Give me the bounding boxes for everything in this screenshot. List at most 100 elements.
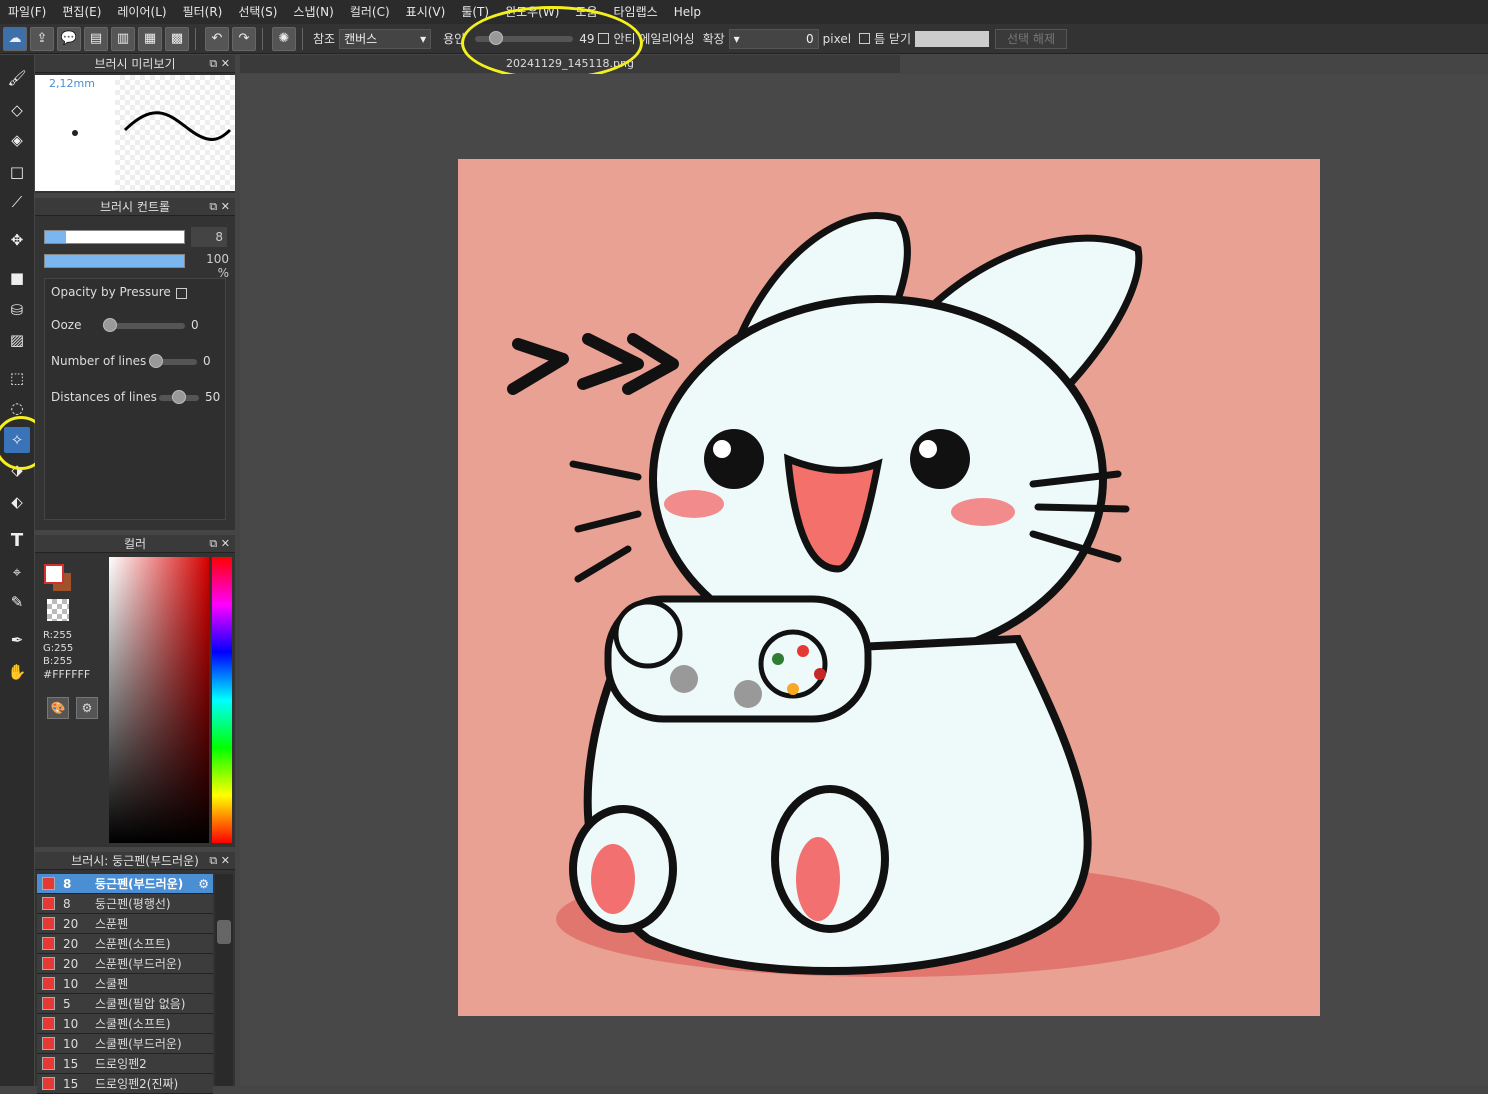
separator xyxy=(302,27,303,50)
hand-icon[interactable]: ✋ xyxy=(4,659,30,685)
undo-icon[interactable]: ↶ xyxy=(205,26,229,51)
grid-check-icon[interactable]: ▩ xyxy=(165,26,189,51)
popout-close-icon[interactable]: ⧉ ✕ xyxy=(209,852,230,870)
ooze-slider[interactable] xyxy=(103,318,185,332)
brush-list-item[interactable]: 20 스푼펜 xyxy=(37,914,213,934)
popout-close-icon[interactable]: ⧉ ✕ xyxy=(209,198,230,216)
move-icon[interactable]: ✥ xyxy=(4,227,30,253)
brush-size-label: 2,12mm xyxy=(49,77,95,90)
distances-of-lines-slider[interactable] xyxy=(159,390,199,404)
reference-value: 캔버스 xyxy=(344,32,378,46)
reference-select[interactable]: 캔버스 ▾ xyxy=(339,28,432,49)
menu-layer[interactable]: 레이어(L) xyxy=(109,0,174,24)
share-icon[interactable]: ⇪ xyxy=(30,26,54,51)
eraser-icon[interactable]: ◇ xyxy=(4,97,30,123)
brush-size: 20 xyxy=(63,936,79,951)
menu-edit[interactable]: 편집(E) xyxy=(54,0,109,24)
expand-label: 확장 xyxy=(702,32,725,46)
gear-icon[interactable]: ⚙ xyxy=(198,877,209,891)
menu-view[interactable]: 표시(V) xyxy=(398,0,454,24)
brush-list-item[interactable]: 8 둥근펜(부드러운) ⚙ xyxy=(37,874,213,894)
distances-of-lines-knob[interactable] xyxy=(172,390,186,404)
select-rect-icon[interactable]: ⬚ xyxy=(4,365,30,391)
transparent-color-swatch[interactable] xyxy=(47,599,69,621)
brush-list-item[interactable]: 10 스쿨펜(소프트) xyxy=(37,1014,213,1034)
brush-icon[interactable]: 🖌 xyxy=(4,65,30,91)
loading-icon[interactable]: ✺ xyxy=(272,26,296,51)
brush-list-scrollbar[interactable] xyxy=(215,874,233,1086)
brush-name: 드로잉펜2 xyxy=(95,1057,147,1071)
shape-icon[interactable]: □ xyxy=(4,159,30,185)
menu-file[interactable]: 파일(F) xyxy=(0,0,54,24)
speech-bubble-icon[interactable]: 💬 xyxy=(57,26,81,51)
ooze-label: Ooze xyxy=(51,318,82,332)
brush-size: 20 xyxy=(63,956,79,971)
line-icon[interactable]: ⟋ xyxy=(4,189,30,215)
brush-size-fill xyxy=(45,231,66,243)
brush-list-item[interactable]: 8 둥근펜(평행선) xyxy=(37,894,213,914)
text-icon[interactable]: T xyxy=(4,527,30,553)
brush-size-slider[interactable] xyxy=(44,230,185,244)
brush-list-item[interactable]: 20 스푼펜(부드러운) xyxy=(37,954,213,974)
reference-label: 참조 xyxy=(313,32,336,46)
close-gap-slider[interactable] xyxy=(915,30,990,47)
palette-icon[interactable]: 🎨 xyxy=(47,697,69,719)
gradient-icon[interactable]: ▨ xyxy=(4,327,30,353)
distances-of-lines-value: 50 xyxy=(205,390,221,404)
scrollbar-thumb[interactable] xyxy=(217,920,231,944)
redo-icon[interactable]: ↷ xyxy=(232,26,256,51)
close-gap-checkbox[interactable] xyxy=(859,33,871,44)
canvas[interactable] xyxy=(458,159,1320,1016)
brush-list-panel: 브러시: 둥근펜(부드러운) ⧉ ✕ 8 둥근펜(부드러운) ⚙ 8 둥근펜(평행선) 20… xyxy=(35,852,235,1094)
bucket-icon[interactable]: ⛁ xyxy=(4,297,30,323)
expand-stepper[interactable]: ▾ 0 xyxy=(728,28,819,49)
brush-name: 둥근펜(평행선) xyxy=(95,897,171,911)
menu-snap[interactable]: 스냅(N) xyxy=(285,0,341,24)
brush-name: 드로잉펜2(진짜) xyxy=(95,1077,179,1091)
menu-select[interactable]: 선택(S) xyxy=(230,0,285,24)
palette-settings-icon[interactable]: ⚙ xyxy=(76,697,98,719)
layout-icon[interactable]: ▦ xyxy=(138,26,162,51)
rect-fill-icon[interactable]: ■ xyxy=(4,265,30,291)
brush-list-item[interactable]: 10 스쿨펜 xyxy=(37,974,213,994)
green-value: G:255 xyxy=(43,643,74,654)
comment-icon[interactable]: ▤ xyxy=(84,26,108,51)
brush-size-value[interactable]: 8 xyxy=(191,227,227,247)
brush-color-swatch xyxy=(42,1037,55,1050)
red-value: R:255 xyxy=(43,630,73,641)
brush-preview-panel: 브러시 미리보기 ⧉ ✕ 2,12mm xyxy=(35,55,235,193)
popout-close-icon[interactable]: ⧉ ✕ xyxy=(209,55,230,73)
saturation-value-picker[interactable] xyxy=(109,557,209,843)
menu-filter[interactable]: 필터(R) xyxy=(175,0,231,24)
transform-icon[interactable]: ⌖ xyxy=(4,559,30,585)
brush-list-item[interactable]: 10 스쿨펜(부드러운) xyxy=(37,1034,213,1054)
opacity-by-pressure-label: Opacity by Pressure xyxy=(51,285,171,299)
canvas-area[interactable] xyxy=(240,74,1488,1086)
brush-list-item[interactable]: 15 드로잉펜2(진짜) xyxy=(37,1074,213,1094)
brush-name: 스푼펜(부드러운) xyxy=(95,957,182,971)
hue-slider[interactable] xyxy=(212,557,232,843)
opacity-by-pressure-checkbox[interactable] xyxy=(176,288,187,299)
foreground-color-swatch[interactable] xyxy=(44,564,64,584)
brush-list-item[interactable]: 20 스푼펜(소프트) xyxy=(37,934,213,954)
eyedropper-icon[interactable]: ✒ xyxy=(4,627,30,653)
number-of-lines-slider[interactable] xyxy=(149,354,197,368)
ooze-slider-knob[interactable] xyxy=(103,318,117,332)
brush-list-item[interactable]: 15 드로잉펜2 xyxy=(37,1054,213,1074)
number-of-lines-knob[interactable] xyxy=(149,354,163,368)
deselect-button[interactable]: 선택 해제 xyxy=(995,28,1068,49)
cloud-icon[interactable]: ☁ xyxy=(3,26,27,51)
menu-color[interactable]: 컬러(C) xyxy=(342,0,398,24)
document-icon[interactable]: ▥ xyxy=(111,26,135,51)
select-eraser-icon[interactable]: ⬖ xyxy=(4,489,30,515)
brush-name: 스쿨펜(소프트) xyxy=(95,1017,171,1031)
dropper-pen-icon[interactable]: ✎ xyxy=(4,589,30,615)
panel-title: 브러시 미리보기 ⧉ ✕ xyxy=(35,55,235,73)
ooze-value: 0 xyxy=(191,318,199,332)
opacity-slider[interactable] xyxy=(44,254,185,268)
menu-help[interactable]: Help xyxy=(666,0,709,24)
distances-of-lines-label: Distances of lines xyxy=(51,390,157,404)
blur-eraser-icon[interactable]: ◈ xyxy=(4,127,30,153)
brush-list-item[interactable]: 5 스쿨펜(필압 없음) xyxy=(37,994,213,1014)
popout-close-icon[interactable]: ⧉ ✕ xyxy=(209,535,230,553)
